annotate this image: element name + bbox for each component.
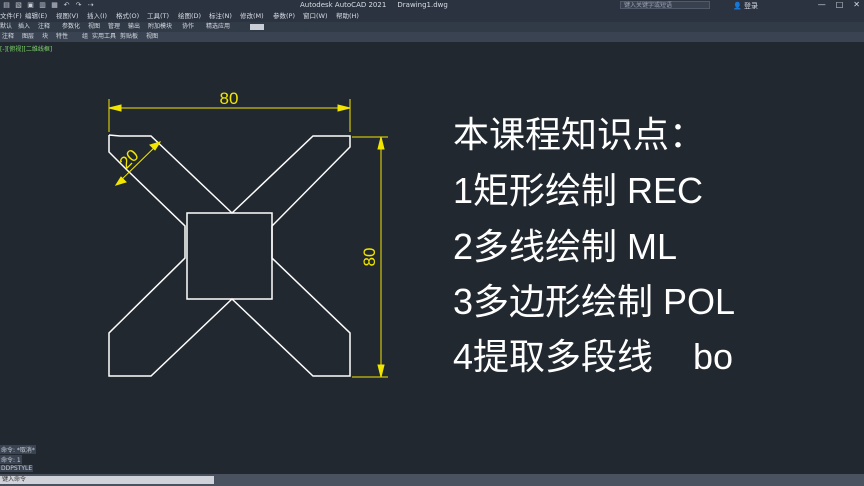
dim-arm-arrow-top — [149, 141, 162, 151]
dim-arm-label: 20 — [116, 146, 143, 173]
lesson-item: 4提取多段线 bo — [453, 336, 734, 377]
command-history-line: DDPSTYLE — [0, 465, 34, 472]
dim-height-arrow-top — [377, 136, 385, 150]
dim-arm-arrow-bottom — [114, 176, 127, 186]
dim-width-arrow-left — [108, 104, 122, 112]
dimension-labels: 80 80 20 — [116, 89, 379, 266]
command-history-line: 命令: *取消* — [0, 445, 36, 454]
dim-height-label: 80 — [360, 248, 379, 267]
dim-width-arrow-right — [337, 104, 351, 112]
lesson-heading: 本课程知识点： — [453, 115, 706, 156]
status-bar: 键入命令 — [0, 474, 864, 486]
dim-height-arrow-bottom — [377, 364, 385, 378]
command-history-line: 命令: 1 — [0, 455, 22, 464]
cross-shape — [108, 134, 351, 377]
lesson-item: 2多线绘制 ML — [453, 226, 678, 267]
dim-width-label: 80 — [220, 89, 239, 108]
command-input[interactable]: 键入命令 — [0, 476, 214, 484]
lesson-item: 1矩形绘制 REC — [453, 170, 704, 211]
dimensions — [108, 99, 388, 378]
lesson-item: 3多边形绘制 POL — [453, 281, 736, 322]
x-shape-outline — [108, 134, 351, 377]
drawing-canvas[interactable]: 80 80 20 — [0, 0, 864, 486]
center-square — [186, 212, 273, 300]
